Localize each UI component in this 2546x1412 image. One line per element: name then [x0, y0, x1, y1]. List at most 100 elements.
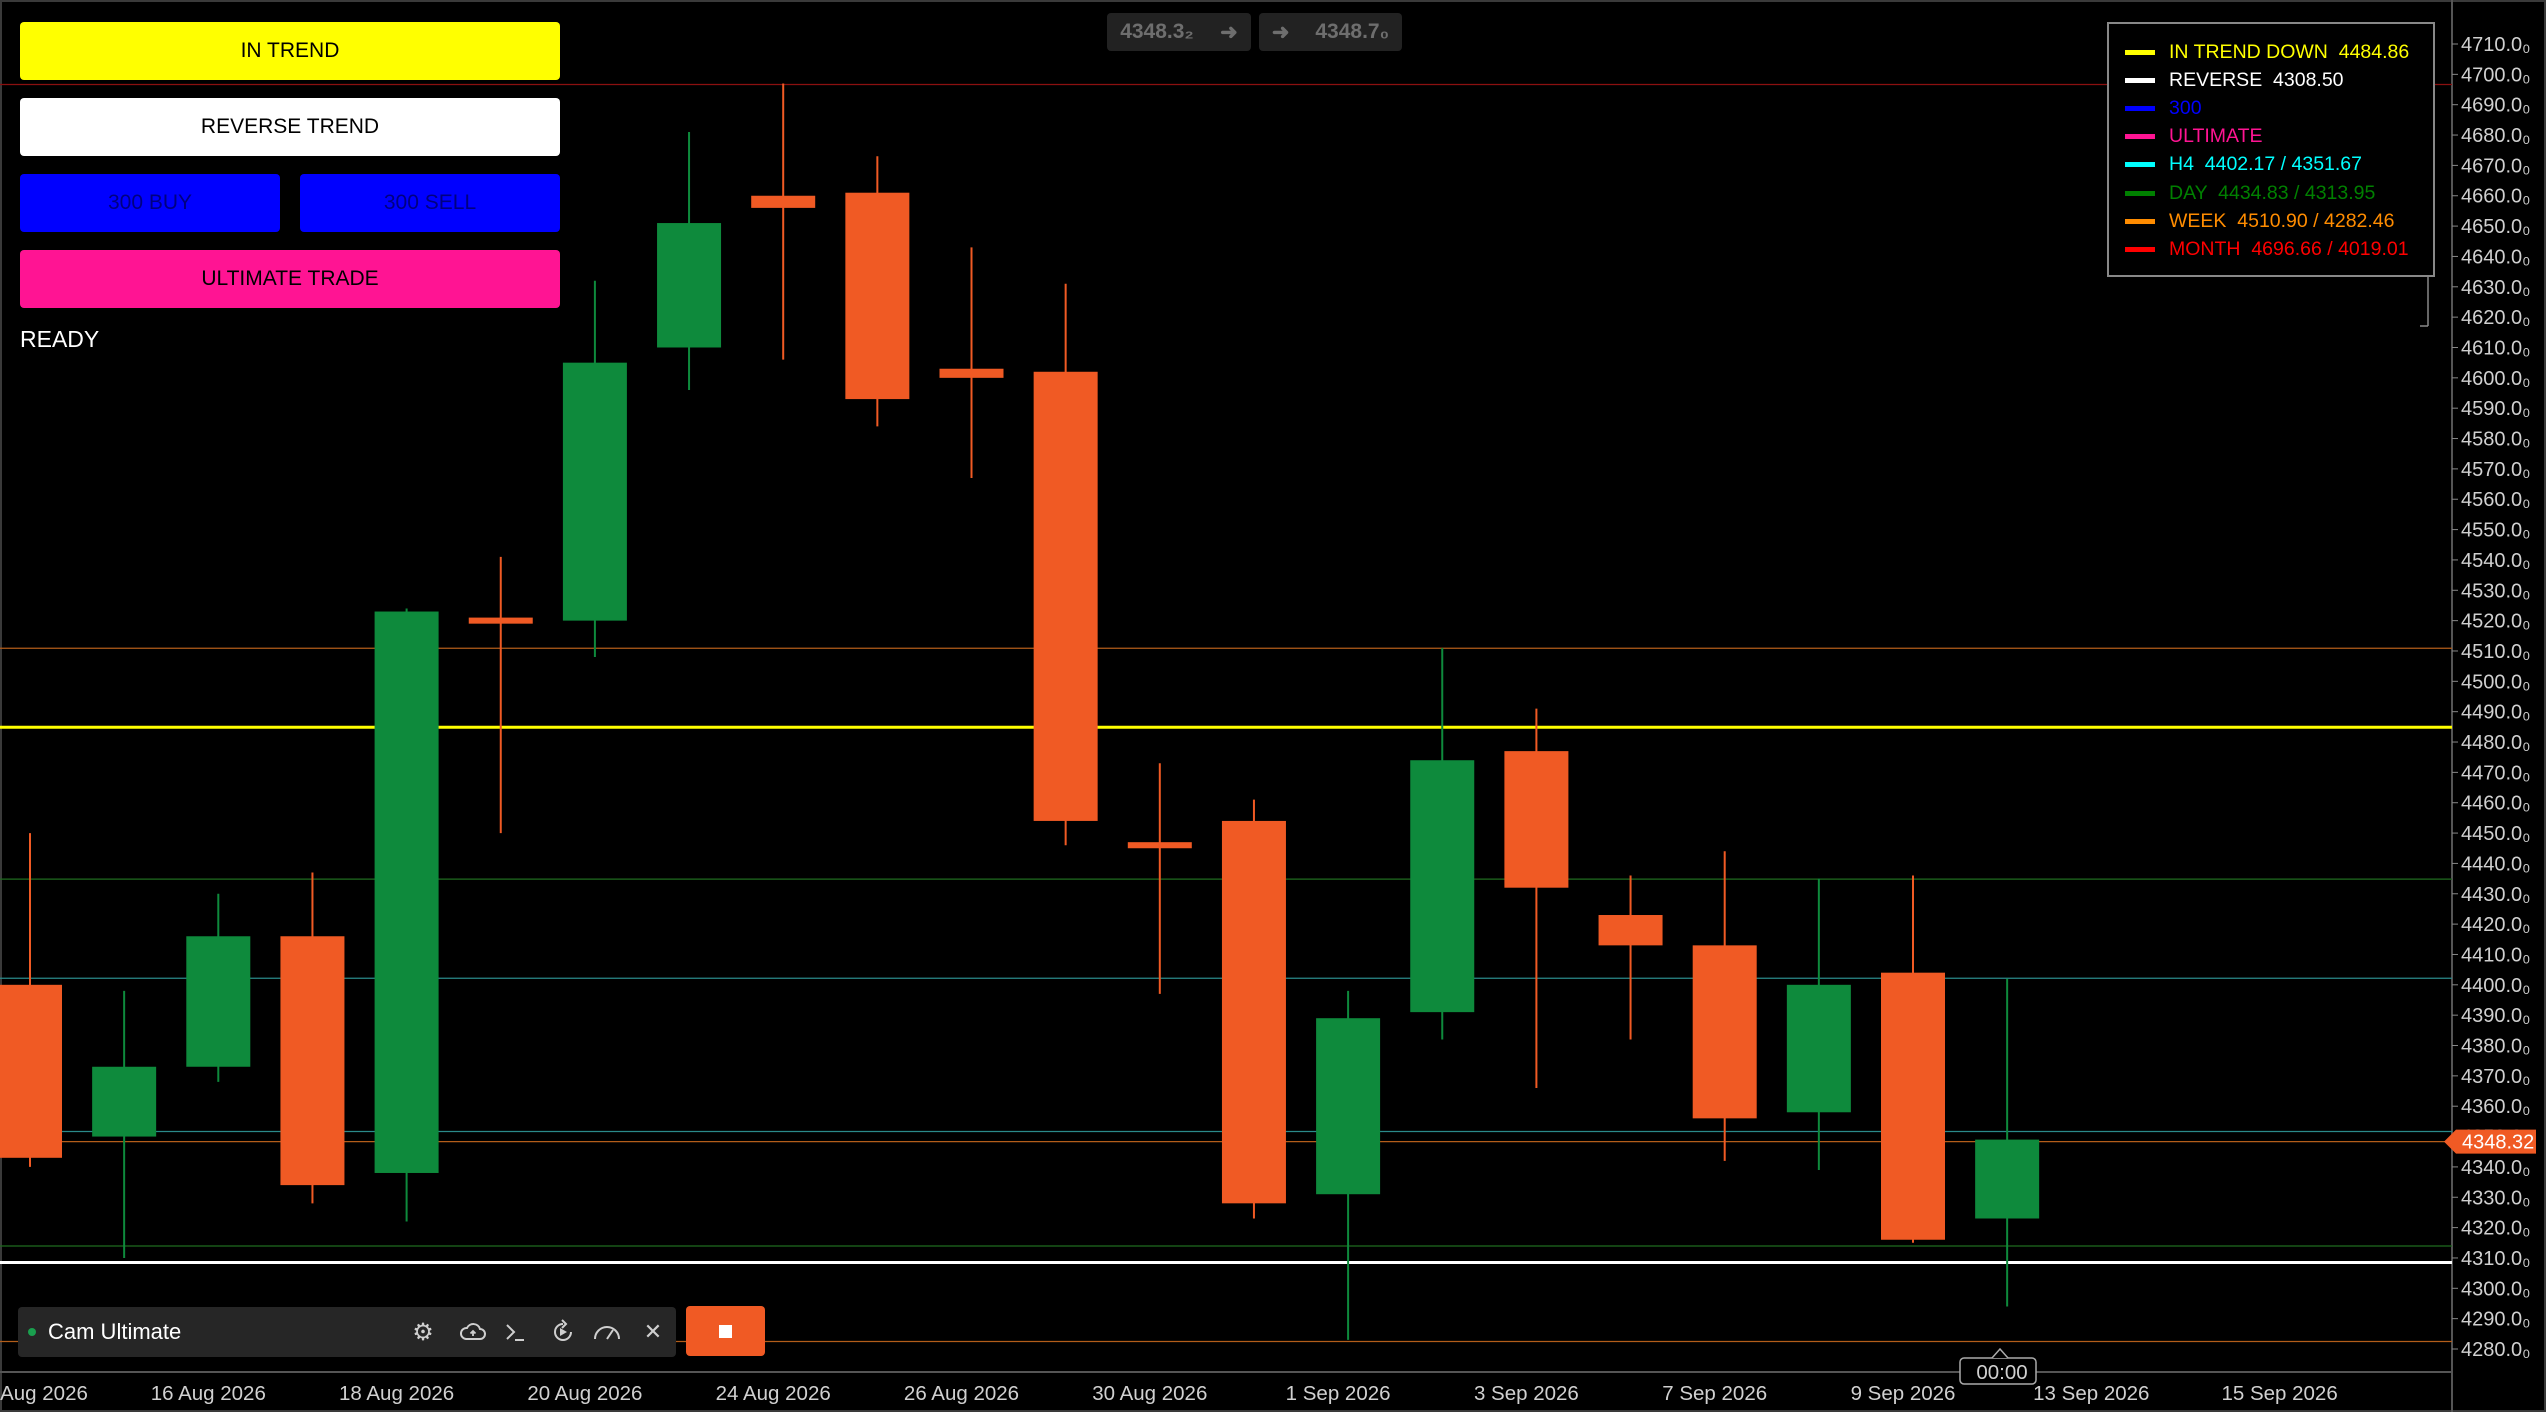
- speedometer-icon[interactable]: [592, 1317, 622, 1347]
- candle-body: [280, 936, 345, 1186]
- y-tick-label: 4650.0₀: [2461, 216, 2530, 238]
- legend-swatch: [2125, 218, 2155, 224]
- candle-body: [1316, 1018, 1381, 1195]
- x-tick-label: 26 Aug 2026: [904, 1382, 1019, 1405]
- y-tick-label: 4490.0₀: [2461, 702, 2530, 724]
- terminal-icon[interactable]: [500, 1317, 530, 1347]
- reverse-trend-button[interactable]: REVERSE TREND: [20, 98, 560, 156]
- y-tick-label: 4480.0₀: [2461, 732, 2530, 754]
- y-tick-label: 4660.0₀: [2461, 186, 2530, 208]
- y-tick-label: 4540.0₀: [2461, 550, 2530, 572]
- x-tick-label: 20 Aug 2026: [527, 1382, 642, 1405]
- candle-body: [1786, 984, 1851, 1113]
- candle-body: [1221, 820, 1286, 1204]
- legend-swatch: [2125, 77, 2155, 83]
- candle-body: [468, 617, 533, 624]
- y-tick-label: 4590.0₀: [2461, 398, 2530, 420]
- legend-row: IN TREND DOWN 4484.86: [2125, 39, 2409, 65]
- legend-label: IN TREND DOWN 4484.86: [2169, 40, 2410, 63]
- candle-body: [845, 192, 910, 400]
- x-tick-label: 16 Aug 2026: [151, 1382, 266, 1405]
- bid-price: 4348.3₂: [1120, 20, 1194, 43]
- y-tick-label: 4470.0₀: [2461, 762, 2530, 784]
- y-tick-label: 4550.0₀: [2461, 520, 2530, 542]
- candle-body: [939, 368, 1004, 378]
- y-tick-label: 4640.0₀: [2461, 246, 2530, 268]
- candle-body: [1127, 842, 1192, 849]
- candle-body: [186, 936, 251, 1067]
- arrow-right-icon: ➜: [1220, 20, 1238, 44]
- cloud-icon[interactable]: [458, 1317, 488, 1347]
- legend-swatch: [2125, 246, 2155, 252]
- x-tick-label: 30 Aug 2026: [1092, 1382, 1207, 1405]
- legend-label: REVERSE 4308.50: [2169, 68, 2344, 91]
- candle-body: [0, 984, 62, 1158]
- bid-price-panel[interactable]: 4348.3₂ ➜: [1107, 13, 1251, 51]
- status-dot-icon: [28, 1328, 36, 1336]
- legend-label: MONTH 4696.66 / 4019.01: [2169, 237, 2409, 260]
- y-tick-label: 4330.0₀: [2461, 1187, 2530, 1209]
- buy-300-button[interactable]: 300 BUY: [20, 174, 280, 232]
- y-tick-label: 4300.0₀: [2461, 1278, 2530, 1300]
- y-tick-label: 4390.0₀: [2461, 1005, 2530, 1027]
- x-tick-label: 18 Aug 2026: [339, 1382, 454, 1405]
- close-icon[interactable]: ✕: [638, 1317, 668, 1347]
- x-tick-label: 15 Sep 2026: [2221, 1382, 2337, 1405]
- legend-row: H4 4402.17 / 4351.67: [2125, 152, 2362, 178]
- candle-body: [1881, 972, 1945, 1240]
- refresh-icon[interactable]: [548, 1317, 578, 1347]
- y-tick-label: 4290.0₀: [2461, 1309, 2530, 1331]
- legend-row: WEEK 4510.90 / 4282.46: [2125, 208, 2395, 234]
- legend-row: 300: [2125, 95, 2202, 121]
- y-tick-label: 4440.0₀: [2461, 853, 2530, 875]
- time-label: 00:00: [1976, 1361, 2027, 1384]
- y-tick-label: 4420.0₀: [2461, 914, 2530, 936]
- y-tick-label: 4670.0₀: [2461, 155, 2530, 177]
- y-tick-label: 4610.0₀: [2461, 337, 2530, 359]
- ask-price: 4348.7₀: [1315, 20, 1390, 43]
- x-tick-label: 3 Sep 2026: [1474, 1382, 1579, 1405]
- levels-legend: IN TREND DOWN 4484.86 REVERSE 4308.50 300 U…: [2107, 22, 2435, 277]
- legend-row: DAY 4434.83 / 4313.95: [2125, 180, 2375, 206]
- x-tick-label: 9 Sep 2026: [1851, 1382, 1956, 1405]
- legend-label: ULTIMATE: [2169, 125, 2263, 148]
- y-tick-label: 4460.0₀: [2461, 793, 2530, 815]
- x-tick-label: Aug 2026: [0, 1382, 88, 1405]
- gear-icon[interactable]: ⚙: [408, 1317, 438, 1347]
- in-trend-button[interactable]: IN TREND: [20, 22, 560, 80]
- y-tick-label: 4620.0₀: [2461, 307, 2530, 329]
- y-tick-label: 4360.0₀: [2461, 1096, 2530, 1118]
- ultimate-trade-button[interactable]: ULTIMATE TRADE: [20, 250, 560, 308]
- candle-body: [657, 223, 722, 348]
- ask-price-panel[interactable]: ➜ 4348.7₀: [1259, 13, 1402, 51]
- y-tick-label: 4510.0₀: [2461, 641, 2530, 663]
- current-price-label: 4348.32: [2462, 1132, 2534, 1154]
- sell-300-button[interactable]: 300 SELL: [300, 174, 560, 232]
- candle-body: [374, 611, 439, 1173]
- y-tick-label: 4680.0₀: [2461, 125, 2530, 147]
- y-tick-label: 4500.0₀: [2461, 671, 2530, 693]
- candle-body: [1692, 945, 1757, 1119]
- y-tick-label: 4520.0₀: [2461, 611, 2530, 633]
- y-tick-label: 4710.0₀: [2461, 34, 2530, 56]
- y-tick-label: 4340.0₀: [2461, 1157, 2530, 1179]
- x-tick-label: 7 Sep 2026: [1662, 1382, 1767, 1405]
- candle-body: [1504, 751, 1569, 888]
- legend-label: DAY 4434.83 / 4313.95: [2169, 181, 2376, 204]
- y-tick-label: 4430.0₀: [2461, 884, 2530, 906]
- y-tick-label: 4310.0₀: [2461, 1248, 2530, 1270]
- candle-body: [1598, 915, 1663, 946]
- legend-swatch: [2125, 49, 2155, 55]
- candle-body: [1975, 1139, 2040, 1219]
- legend-row: ULTIMATE: [2125, 124, 2263, 150]
- legend-label: H4 4402.17 / 4351.67: [2169, 153, 2362, 176]
- legend-label: 300: [2169, 96, 2202, 119]
- candle-body: [751, 195, 816, 208]
- legend-swatch: [2125, 134, 2155, 140]
- candle-body: [1410, 760, 1475, 1013]
- x-tick-label: 1 Sep 2026: [1286, 1382, 1391, 1405]
- y-tick-label: 4380.0₀: [2461, 1036, 2530, 1058]
- bot-name: Cam Ultimate: [48, 1319, 182, 1344]
- status-text: READY: [20, 326, 100, 352]
- stop-button[interactable]: [686, 1306, 765, 1356]
